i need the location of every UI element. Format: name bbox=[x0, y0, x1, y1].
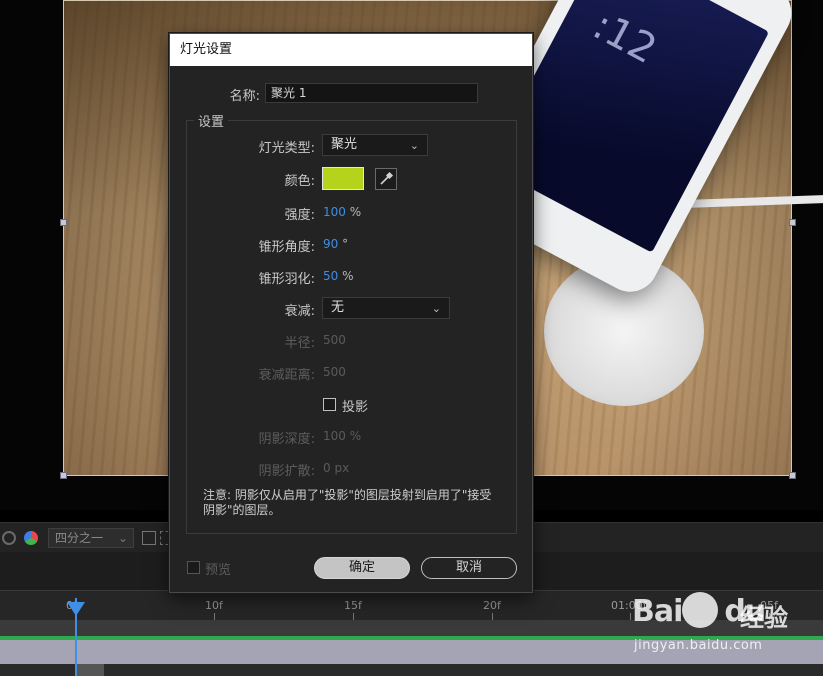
shadow-diffusion-value: 0 bbox=[323, 461, 331, 475]
cone-feather-value: 50 bbox=[323, 269, 339, 283]
color-label: 颜色: bbox=[284, 174, 315, 189]
playhead-handle[interactable] bbox=[67, 602, 85, 616]
cone-angle-label: 锥形角度: bbox=[258, 240, 315, 255]
preview-label[interactable]: 预览 bbox=[205, 559, 231, 578]
preview-checkbox[interactable] bbox=[187, 561, 200, 574]
name-label: 名称: bbox=[229, 89, 260, 104]
ok-button[interactable]: 确定 bbox=[314, 557, 410, 579]
resolution-select[interactable]: 四分之一 ⌄ bbox=[48, 528, 134, 548]
intensity-field[interactable]: 100 % bbox=[323, 205, 361, 219]
falloff-distance-value: 500 bbox=[323, 365, 346, 379]
light-type-label: 灯光类型: bbox=[258, 141, 315, 156]
resolution-select-value: 四分之一 bbox=[55, 531, 104, 545]
shadow-diffusion-field: 0 px bbox=[323, 461, 349, 475]
region-of-interest-icon[interactable] bbox=[142, 531, 156, 545]
layer-handle-left[interactable] bbox=[60, 219, 67, 226]
light-settings-dialog: 灯光设置 名称: 聚光 1 设置 灯光类型: 聚光 ⌄ 颜色: 强度: 100 … bbox=[169, 33, 533, 593]
chevron-down-icon: ⌄ bbox=[409, 139, 419, 152]
mask-toggle-icon[interactable] bbox=[2, 531, 16, 545]
falloff-value: 无 bbox=[331, 300, 345, 315]
cone-feather-label: 锥形羽化: bbox=[258, 272, 315, 287]
dialog-title: 灯光设置 bbox=[170, 34, 532, 66]
intensity-label: 强度: bbox=[284, 208, 315, 223]
falloff-select[interactable]: 无 ⌄ bbox=[322, 297, 450, 319]
casts-shadows-checkbox[interactable] bbox=[323, 398, 336, 411]
eyedropper-icon bbox=[380, 171, 394, 185]
cable-graphic bbox=[675, 193, 823, 209]
light-type-select[interactable]: 聚光 ⌄ bbox=[322, 134, 428, 156]
layer-handle-right[interactable] bbox=[789, 219, 796, 226]
cone-angle-unit: ° bbox=[342, 237, 349, 251]
timeline-scroll-thumb[interactable] bbox=[76, 664, 104, 676]
color-channel-icon[interactable] bbox=[24, 531, 38, 545]
watermark-url: jingyan.baidu.com bbox=[634, 638, 763, 653]
light-name-input[interactable]: 聚光 1 bbox=[265, 83, 478, 103]
ruler-tick-20f: 20f bbox=[483, 599, 501, 612]
cone-angle-field[interactable]: 90 ° bbox=[323, 237, 348, 251]
layer-handle-bottom-right[interactable] bbox=[789, 472, 796, 479]
eyedropper-button[interactable] bbox=[375, 168, 397, 190]
ruler-tick-10f: 10f bbox=[205, 599, 223, 612]
baidu-jingyan-watermark: Bai du 经验 jingyan.baidu.com bbox=[632, 586, 822, 662]
chevron-down-icon: ⌄ bbox=[117, 531, 128, 545]
baidu-paw-icon bbox=[682, 592, 718, 628]
ruler-tick-15f: 15f bbox=[344, 599, 362, 612]
radius-value: 500 bbox=[323, 333, 346, 347]
intensity-unit: % bbox=[349, 205, 362, 219]
casts-shadows-label[interactable]: 投影 bbox=[342, 396, 368, 415]
shadow-darkness-label: 阴影深度: bbox=[258, 432, 315, 447]
settings-group-label: 设置 bbox=[194, 111, 229, 130]
falloff-label: 衰减: bbox=[284, 304, 315, 319]
shadow-darkness-field: 100 % bbox=[323, 429, 361, 443]
phone-clock-graphic: :12 bbox=[585, 2, 664, 74]
intensity-value: 100 bbox=[323, 205, 346, 219]
shadow-diffusion-unit: px bbox=[334, 461, 350, 475]
cone-feather-unit: % bbox=[342, 269, 354, 283]
color-swatch[interactable] bbox=[322, 167, 364, 190]
light-type-value: 聚光 bbox=[331, 137, 358, 152]
shadow-diffusion-label: 阴影扩散: bbox=[258, 464, 315, 479]
radius-label: 半径: bbox=[284, 336, 315, 351]
shadow-darkness-unit: % bbox=[349, 429, 362, 443]
chevron-down-icon: ⌄ bbox=[431, 302, 441, 315]
layer-handle-bottom-left[interactable] bbox=[60, 472, 67, 479]
shadow-note: 注意: 阴影仅从启用了"投影"的图层投射到启用了"接受阴影"的图层。 bbox=[203, 488, 492, 517]
timeline-scrollbar[interactable] bbox=[0, 664, 823, 676]
cone-feather-field[interactable]: 50 % bbox=[323, 269, 354, 283]
falloff-distance-label: 衰减距离: bbox=[258, 368, 315, 383]
cancel-button[interactable]: 取消 bbox=[421, 557, 517, 579]
shadow-darkness-value: 100 bbox=[323, 429, 346, 443]
cone-angle-value: 90 bbox=[323, 237, 339, 251]
watermark-cn-text: 经验 bbox=[740, 604, 788, 632]
